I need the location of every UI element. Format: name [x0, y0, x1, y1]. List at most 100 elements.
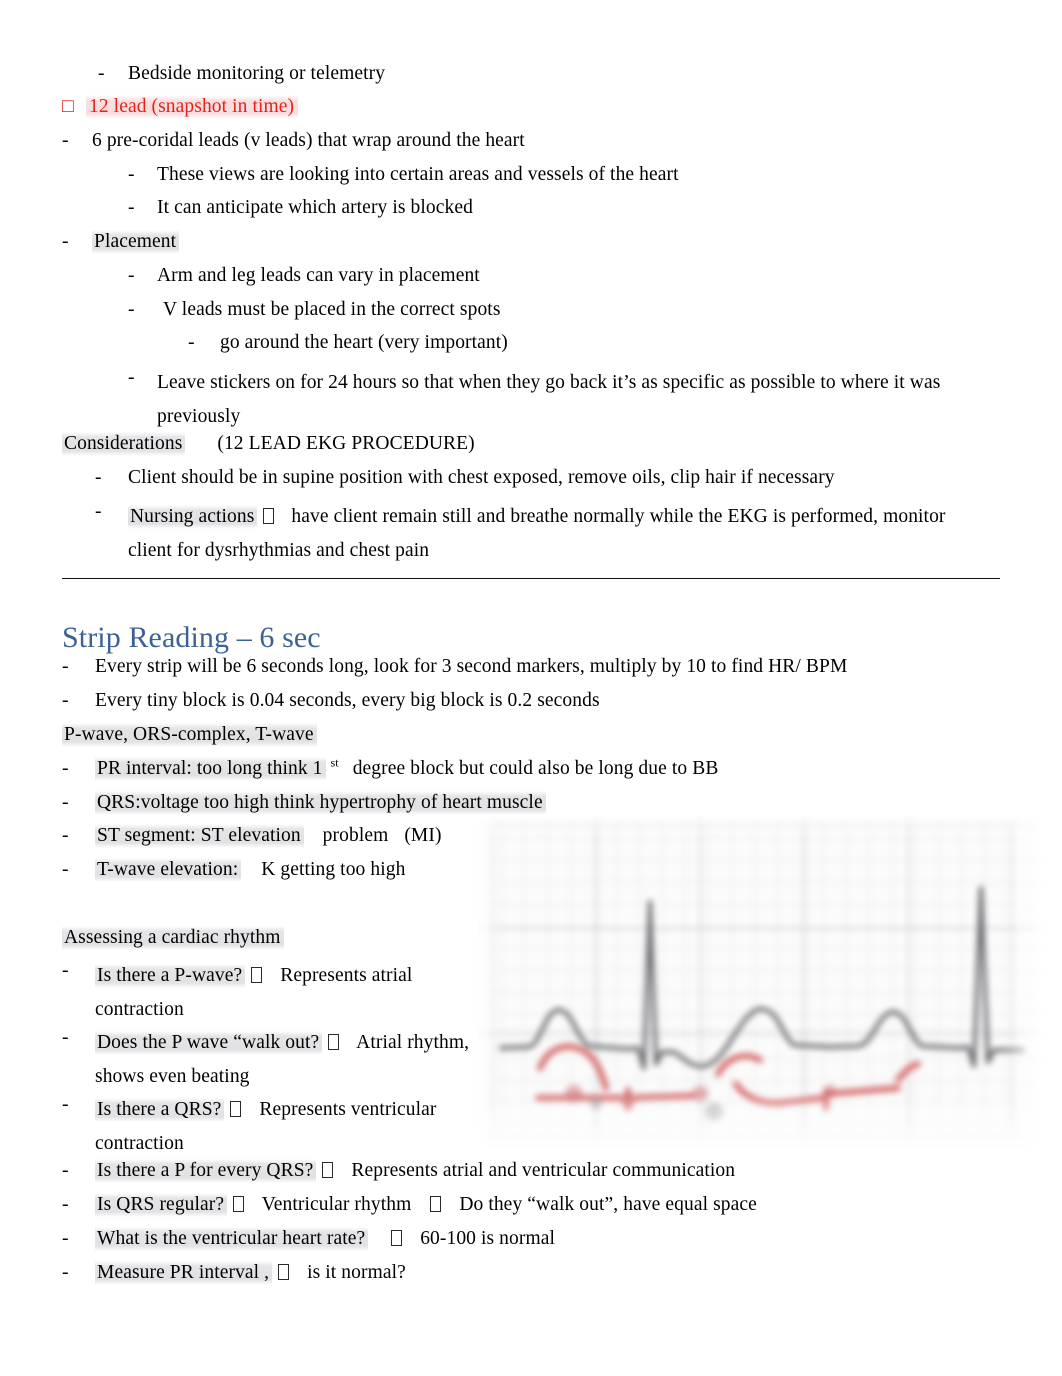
st-segment-problem: problem	[322, 825, 389, 846]
bullet-dash: -	[128, 299, 135, 320]
bullet-dash: -	[95, 467, 102, 488]
arrow-glyph-icon	[233, 1196, 245, 1212]
supine-position-text: Client should be in supine position with…	[128, 467, 835, 488]
bullet-dash: -	[128, 367, 135, 388]
bullet-dash: -	[62, 1194, 69, 1215]
pr-interval-suffix: degree block but could also be long due …	[352, 758, 719, 779]
bullet-dash: -	[62, 130, 69, 151]
six-second-strip-line: Every strip will be 6 seconds long, look…	[95, 655, 847, 679]
bullet-dash: -	[62, 859, 69, 880]
nursing-actions-label: Nursing actions	[128, 505, 258, 529]
qrs-regular-answer: Ventricular rhythm	[261, 1194, 412, 1215]
bullet-dash: -	[128, 164, 135, 185]
p-wave-walkout-line: Does the P wave “walk out? Atrial rhythm…	[95, 1026, 470, 1093]
p-for-every-qrs-line: Is there a P for every QRS? Represents a…	[95, 1159, 735, 1183]
supine-position-line: Client should be in supine position with…	[128, 466, 835, 490]
qrs-voltage-line: QRS:voltage too high think hypertrophy o…	[95, 791, 546, 815]
strip-reading-heading-text: Strip Reading – 6 sec	[62, 621, 321, 654]
strip-reading-heading: Strip Reading – 6 sec	[62, 620, 321, 656]
go-around-heart-line: go around the heart (very important)	[220, 331, 508, 355]
p-for-every-qrs-answer: Represents atrial and ventricular commun…	[351, 1160, 736, 1181]
leave-stickers-text: Leave stickers on for 24 hours so that w…	[157, 372, 941, 427]
v-leads-line: V leads must be placed in the correct sp…	[163, 298, 501, 322]
assessing-rhythm-text: Assessing a cardiac rhythm	[62, 926, 284, 950]
st-segment-mi: (MI)	[404, 825, 442, 846]
bullet-dash: -	[95, 501, 102, 522]
bedside-monitoring-text: Bedside monitoring or telemetry	[128, 63, 386, 84]
ecg-strip-image	[478, 816, 1042, 1148]
arrow-glyph-icon	[230, 1101, 242, 1117]
bullet-dash: -	[62, 1228, 69, 1249]
block-duration-text: Every tiny block is 0.04 seconds, every …	[95, 690, 600, 711]
bullet-dash: -	[62, 1160, 69, 1181]
bullet-dash: -	[62, 1094, 69, 1115]
measure-pr-interval-line: Measure PR interval , is it normal?	[95, 1261, 406, 1285]
bullet-dash: -	[62, 825, 69, 846]
bullet-dash: -	[62, 758, 69, 779]
anticipate-artery-line: It can anticipate which artery is blocke…	[157, 196, 473, 220]
bullet-dash: -	[62, 690, 69, 711]
qrs-voltage-text: QRS:voltage too high think hypertrophy o…	[95, 791, 546, 815]
bullet-dash: -	[62, 231, 69, 252]
block-duration-line: Every tiny block is 0.04 seconds, every …	[95, 689, 600, 713]
pr-interval-text: PR interval: too long think 1	[95, 757, 326, 781]
ventricular-rate-line: What is the ventricular heart rate? 60-1…	[95, 1227, 555, 1251]
arm-leg-leads-text: Arm and leg leads can vary in placement	[157, 265, 480, 286]
bullet-dash: -	[62, 792, 69, 813]
p-wave-walkout-question: Does the P wave “walk out?	[95, 1031, 323, 1055]
bullet-dash: -	[62, 960, 69, 981]
v-leads-text: V leads must be placed in the correct sp…	[163, 299, 501, 320]
nursing-actions-line: Nursing actions have client remain still…	[128, 500, 968, 567]
arrow-glyph-icon	[278, 1264, 290, 1280]
document-page: - Bedside monitoring or telemetry □ 12 l…	[0, 0, 1062, 1376]
arrow-glyph-icon	[328, 1034, 340, 1050]
section-divider	[62, 578, 1000, 579]
ecg-edge-fade	[478, 816, 1042, 1148]
wave-components-line: P-wave, ORS-complex, T-wave	[62, 723, 317, 747]
pr-interval-line: PR interval: too long think 1 st degree …	[95, 757, 718, 781]
st-segment-text: ST segment: ST elevation	[95, 824, 304, 848]
t-wave-label: T-wave elevation:	[95, 858, 242, 882]
p-wave-question-line: Is there a P-wave? Represents atrial con…	[95, 959, 465, 1026]
measure-pr-interval-answer: is it normal?	[307, 1262, 406, 1283]
bullet-dash: -	[62, 656, 69, 677]
t-wave-value: K getting too high	[261, 859, 406, 880]
precordial-leads-text: 6 pre-coridal leads (v leads) that wrap …	[92, 130, 525, 151]
arrow-glyph-icon	[263, 508, 275, 524]
placement-line: Placement	[92, 230, 180, 254]
bullet-dash: -	[62, 1027, 69, 1048]
qrs-question: Is there a QRS?	[95, 1098, 225, 1122]
considerations-title: (12 LEAD EKG PROCEDURE)	[217, 433, 475, 454]
bullet-dash: -	[98, 63, 105, 84]
considerations-label: Considerations	[62, 432, 186, 456]
pr-interval-ordinal: st	[330, 755, 339, 770]
bullet-dash: -	[62, 1262, 69, 1283]
qrs-regular-line: Is QRS regular? Ventricular rhythm Do th…	[95, 1193, 757, 1217]
views-line: These views are looking into certain are…	[157, 163, 679, 187]
wingding-bullet-icon: □	[62, 96, 74, 117]
assessing-rhythm-heading: Assessing a cardiac rhythm	[62, 926, 284, 950]
st-segment-line: ST segment: ST elevation problem (MI)	[95, 824, 442, 848]
arrow-glyph-icon	[391, 1230, 403, 1246]
qrs-question-line: Is there a QRS? Represents ventricular c…	[95, 1093, 455, 1160]
considerations-heading: Considerations (12 LEAD EKG PROCEDURE)	[62, 432, 475, 456]
placement-text: Placement	[92, 230, 180, 254]
p-for-every-qrs-question: Is there a P for every QRS?	[95, 1159, 317, 1183]
t-wave-line: T-wave elevation: K getting too high	[95, 858, 405, 882]
arrow-glyph-icon	[251, 967, 263, 983]
anticipate-artery-text: It can anticipate which artery is blocke…	[157, 197, 473, 218]
twelve-lead-text: 12 lead (snapshot in time)	[86, 95, 299, 119]
precordial-leads-line: 6 pre-coridal leads (v leads) that wrap …	[92, 129, 525, 153]
p-wave-question: Is there a P-wave?	[95, 964, 246, 988]
bullet-dash: -	[188, 332, 195, 353]
qrs-regular-question: Is QRS regular?	[95, 1193, 228, 1217]
bullet-dash: -	[128, 265, 135, 286]
qrs-regular-answer-two: Do they “walk out”, have equal space	[459, 1194, 757, 1215]
leave-stickers-line: Leave stickers on for 24 hours so that w…	[157, 366, 947, 433]
measure-pr-interval-question: Measure PR interval ,	[95, 1261, 273, 1285]
bedside-monitoring-line: Bedside monitoring or telemetry	[128, 62, 385, 86]
wave-components-text: P-wave, ORS-complex, T-wave	[62, 723, 317, 747]
ventricular-rate-answer: 60-100 is normal	[420, 1228, 556, 1249]
arrow-glyph-icon	[322, 1162, 334, 1178]
six-second-strip-text: Every strip will be 6 seconds long, look…	[95, 656, 848, 677]
